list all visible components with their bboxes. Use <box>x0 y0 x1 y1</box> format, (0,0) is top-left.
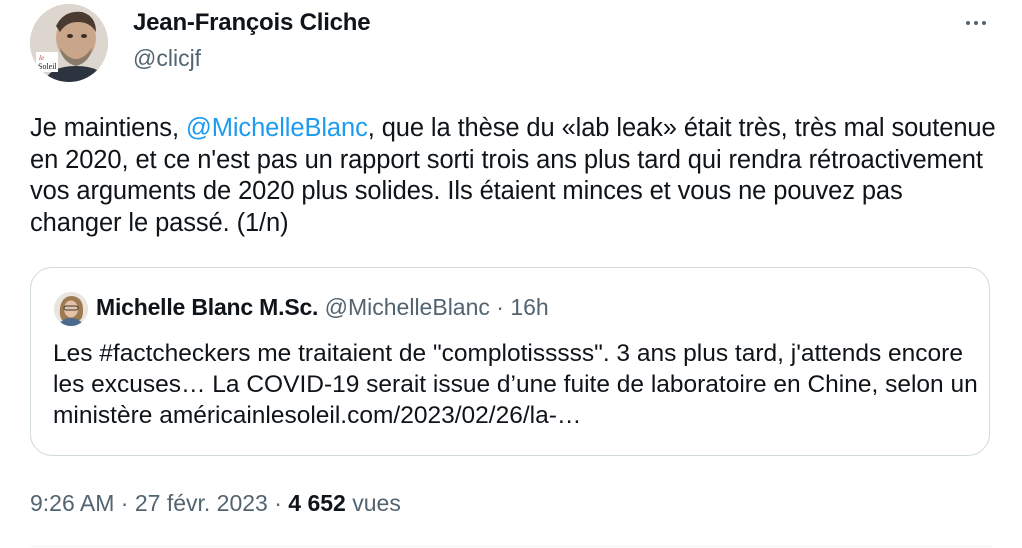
tweet-time[interactable]: 9:26 AM <box>30 490 114 516</box>
views-label: vues <box>352 490 401 516</box>
divider <box>30 546 992 547</box>
author-avatar-image: le Soleil <box>30 4 108 82</box>
svg-text:Soleil: Soleil <box>38 62 57 71</box>
views-count[interactable]: 4 652 <box>288 490 346 516</box>
quoted-author-name[interactable]: Michelle Blanc M.Sc. <box>96 294 318 320</box>
meta-separator: · <box>120 490 129 516</box>
quoted-separator: · <box>496 294 504 320</box>
author-handle[interactable]: @clicjf <box>133 45 201 72</box>
tweet-date[interactable]: 27 févr. 2023 <box>135 490 268 516</box>
meta-separator: · <box>274 490 282 516</box>
quoted-tweet-header: Michelle Blanc M.Sc. @MichelleBlanc · 16… <box>96 294 549 321</box>
more-options-button[interactable] <box>959 8 993 38</box>
quoted-author-handle[interactable]: @MichelleBlanc <box>325 294 490 320</box>
tweet-card: le Soleil Jean-François Cliche @clicjf J… <box>0 0 1022 548</box>
quoted-author-avatar-image <box>54 292 88 326</box>
quoted-tweet-age[interactable]: 16h <box>510 294 548 320</box>
author-name[interactable]: Jean-François Cliche <box>133 9 371 37</box>
more-horizontal-icon-dot <box>982 21 986 25</box>
quoted-tweet-text: Les #factcheckers me traitaient de "comp… <box>53 340 978 429</box>
mention-link[interactable]: @MichelleBlanc <box>186 114 368 142</box>
tweet-text: Je maintiens, @MichelleBlanc, que la thè… <box>30 113 1000 239</box>
quoted-tweet[interactable]: Michelle Blanc M.Sc. @MichelleBlanc · 16… <box>30 267 990 456</box>
author-avatar[interactable]: le Soleil <box>30 4 108 82</box>
svg-text:le: le <box>39 54 44 62</box>
more-horizontal-icon <box>966 21 970 25</box>
tweet-text-start: Je maintiens, <box>30 114 186 142</box>
more-horizontal-icon-dot <box>974 21 978 25</box>
tweet-meta: 9:26 AM · 27 févr. 2023 · 4 652 vues <box>30 490 401 517</box>
quoted-author-avatar[interactable] <box>54 292 88 326</box>
